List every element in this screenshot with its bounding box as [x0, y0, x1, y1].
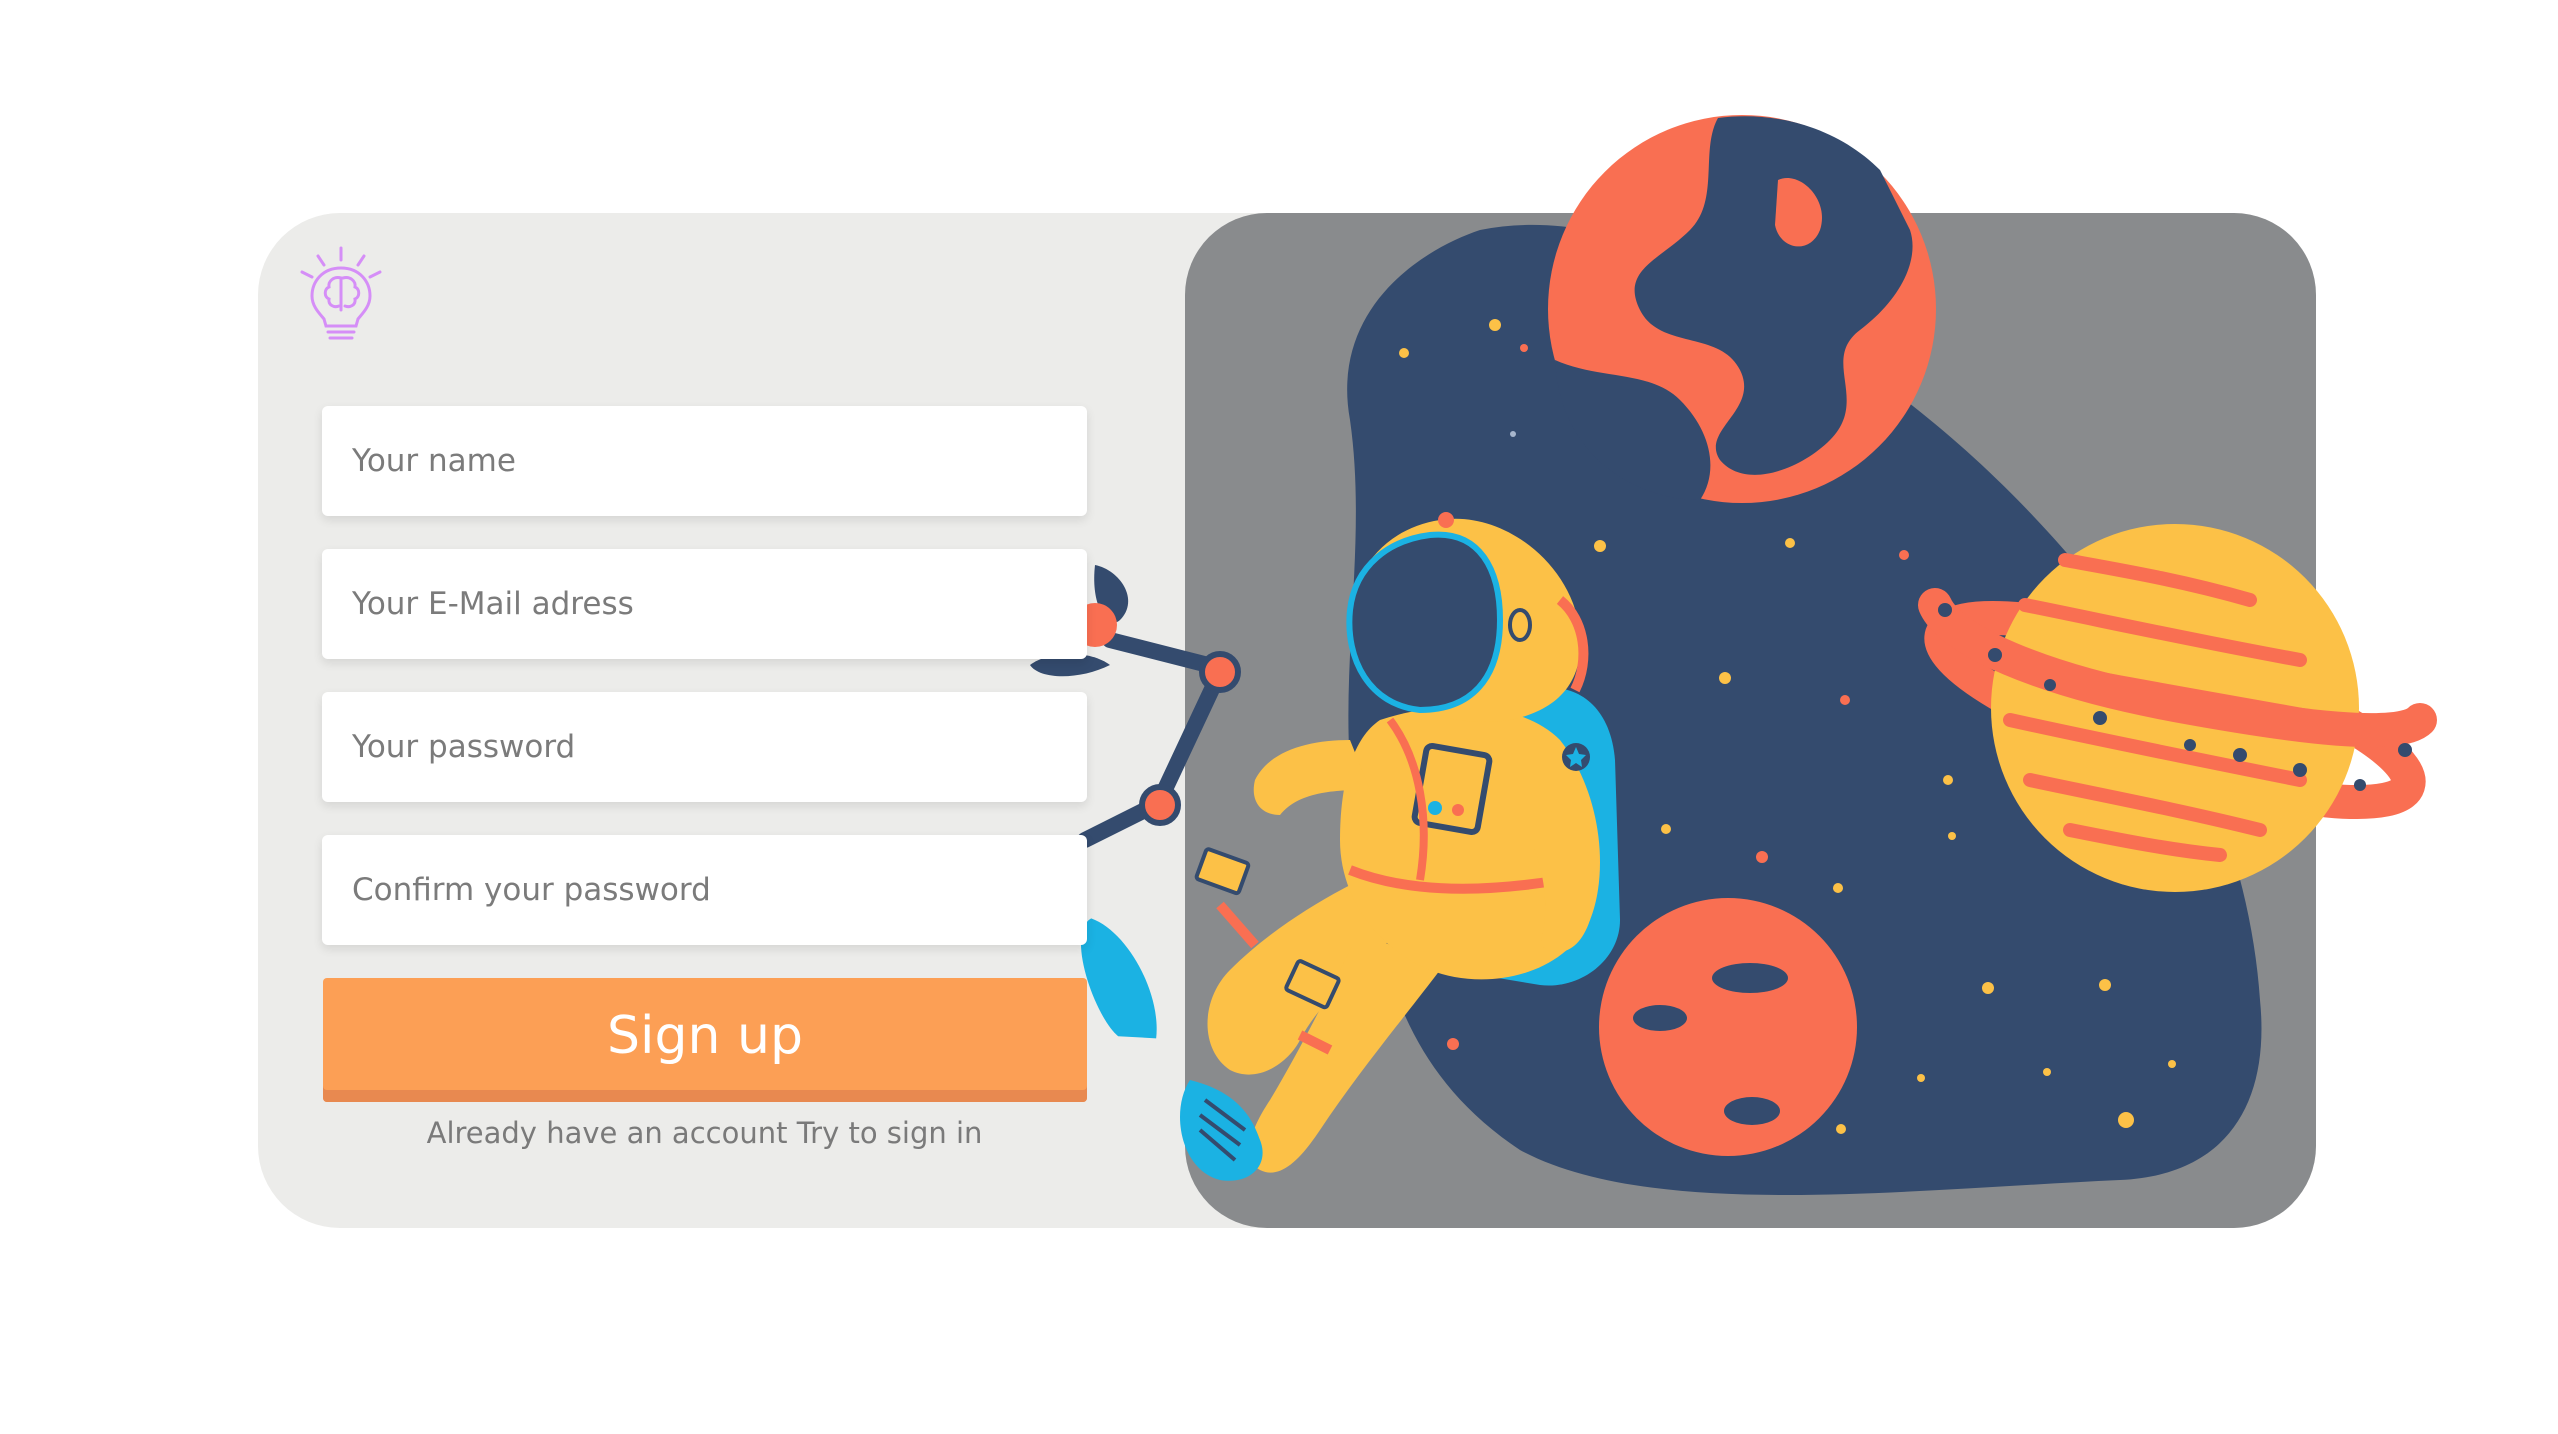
lightbulb-brain-icon	[300, 246, 382, 340]
illustration-panel	[1185, 213, 2316, 1228]
signin-prefix-text: Already have an account	[426, 1116, 788, 1150]
email-field[interactable]	[322, 549, 1087, 659]
name-input[interactable]	[350, 442, 1059, 480]
signin-prompt: Already have an account Try to sign in	[322, 1116, 1087, 1150]
confirm-password-input[interactable]	[350, 871, 1059, 909]
email-input[interactable]	[350, 585, 1059, 623]
signup-button[interactable]: Sign up	[323, 978, 1087, 1102]
signin-link[interactable]: Try to sign in	[797, 1116, 983, 1150]
password-field[interactable]	[322, 692, 1087, 802]
signup-page: Sign up Already have an account Try to s…	[0, 0, 2558, 1434]
name-field[interactable]	[322, 406, 1087, 516]
password-input[interactable]	[350, 728, 1059, 766]
confirm-password-field[interactable]	[322, 835, 1087, 945]
